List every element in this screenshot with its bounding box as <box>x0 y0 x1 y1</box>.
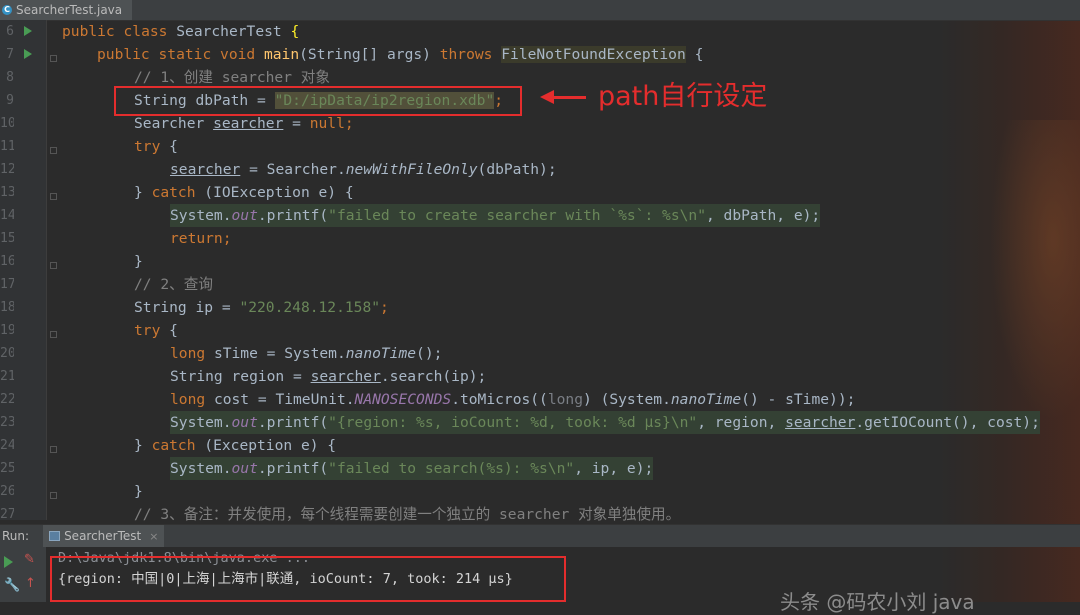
java-class-icon: C <box>2 5 12 15</box>
run-tab-label: SearcherTest <box>64 529 142 543</box>
code-line-6: public class SearcherTest { <box>62 23 300 40</box>
line-number: 22 <box>0 392 14 407</box>
fold-icon[interactable] <box>50 262 57 269</box>
db-path-highlight-box <box>114 86 522 116</box>
code-line-7: public static void main(String[] args) t… <box>97 46 704 63</box>
code-line-22: long cost = TimeUnit.NANOSECONDS.toMicro… <box>170 391 856 408</box>
line-number: 20 <box>0 346 14 361</box>
fold-icon[interactable] <box>50 446 57 453</box>
code-line-25: System.out.printf("failed to search(%s):… <box>170 457 654 480</box>
line-number: 8 <box>6 70 14 85</box>
code-line-13: } catch (IOException e) { <box>134 184 354 201</box>
scroll-up-icon[interactable]: ↑ <box>25 576 36 591</box>
line-number: 26 <box>0 484 14 499</box>
fold-icon[interactable] <box>50 331 57 338</box>
rerun-icon[interactable] <box>4 556 13 568</box>
code-line-16: } <box>134 253 143 270</box>
code-line-18: String ip = "220.248.12.158"; <box>134 299 389 316</box>
line-number: 23 <box>0 415 14 430</box>
fold-icon[interactable] <box>50 492 57 499</box>
line-number: 7 <box>6 47 14 62</box>
fold-icon[interactable] <box>50 147 57 154</box>
console-output-highlight-box <box>50 556 566 602</box>
code-line-12: searcher = Searcher.newWithFileOnly(dbPa… <box>170 161 557 178</box>
code-line-14: System.out.printf("failed to create sear… <box>170 204 821 227</box>
run-config-icon <box>49 531 61 541</box>
fold-icon[interactable] <box>50 193 57 200</box>
line-number: 9 <box>6 93 14 108</box>
run-class-icon[interactable] <box>24 26 32 36</box>
line-number: 15 <box>0 231 14 246</box>
line-number: 12 <box>0 162 14 177</box>
line-number: 25 <box>0 461 14 476</box>
line-number: 24 <box>0 438 14 453</box>
path-annotation: path自行设定 <box>598 81 768 112</box>
line-number: 13 <box>0 185 14 200</box>
line-number: 6 <box>6 24 14 39</box>
line-number: 11 <box>0 139 14 154</box>
code-line-19: try { <box>134 322 178 339</box>
background-texture-glow <box>990 120 1080 420</box>
close-icon[interactable]: × <box>149 530 158 543</box>
run-label: Run: <box>2 529 30 543</box>
editor-tab-label: SearcherTest.java <box>16 3 123 17</box>
editor-tab-bar: C SearcherTest.java <box>0 0 1080 21</box>
run-tool-window-bar: Run: SearcherTest × <box>0 524 1080 547</box>
code-line-24: } catch (Exception e) { <box>134 437 337 454</box>
code-line-23: System.out.printf("{region: %s, ioCount:… <box>170 411 1040 434</box>
line-number: 10 <box>0 116 14 131</box>
fold-icon[interactable] <box>50 55 57 62</box>
code-line-26: } <box>134 483 143 500</box>
line-number: 17 <box>0 277 14 292</box>
run-tab-searchertest[interactable]: SearcherTest × <box>43 525 165 547</box>
editor-tab-searchertest[interactable]: C SearcherTest.java <box>0 0 132 20</box>
code-line-21: String region = searcher.search(ip); <box>170 368 487 385</box>
line-number: 14 <box>0 208 14 223</box>
code-line-20: long sTime = System.nanoTime(); <box>170 345 443 362</box>
line-number: 27 <box>0 507 14 522</box>
wrench-icon[interactable]: 🔧 <box>4 578 20 593</box>
edit-config-icon[interactable]: ✎ <box>24 552 35 567</box>
line-number: 16 <box>0 254 14 269</box>
line-number: 18 <box>0 300 14 315</box>
line-number: 19 <box>0 323 14 338</box>
annotation-arrow-line <box>546 96 586 99</box>
watermark: 头条 @码农小刘 java <box>780 590 975 614</box>
code-line-11: try { <box>134 138 178 155</box>
code-line-15: return; <box>170 230 232 247</box>
code-line-17: // 2、查询 <box>134 276 213 293</box>
code-line-27: // 3、备注：并发使用，每个线程需要创建一个独立的 searcher 对象单独… <box>134 506 681 523</box>
line-number: 21 <box>0 369 14 384</box>
run-main-icon[interactable] <box>24 49 32 59</box>
